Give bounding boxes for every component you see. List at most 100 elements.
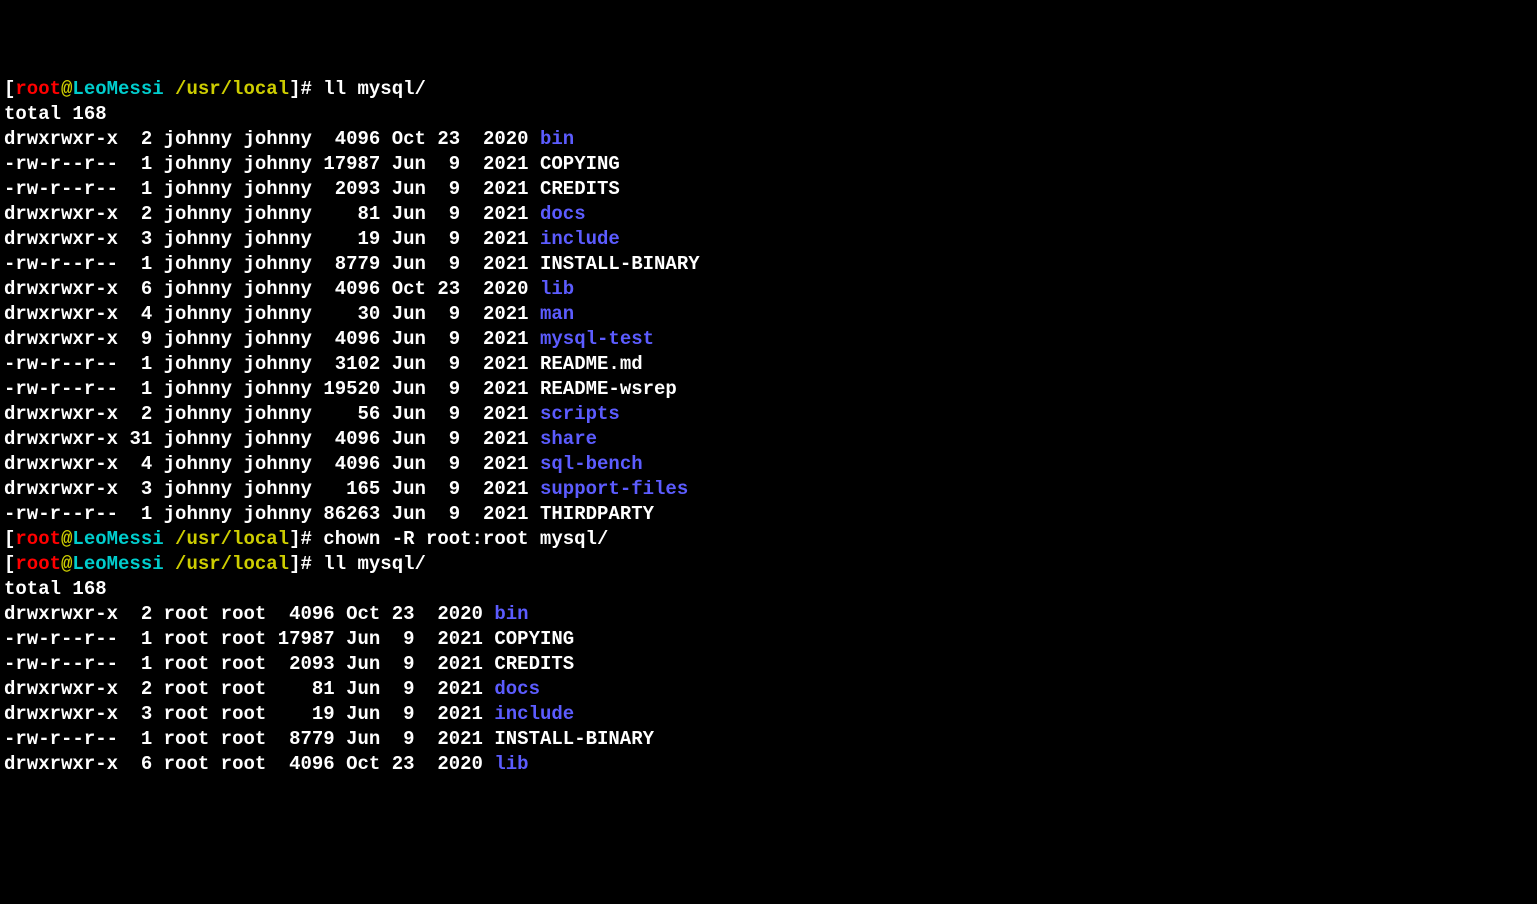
links: 1	[129, 728, 152, 750]
month: Oct	[392, 128, 426, 150]
file-name: docs	[494, 678, 540, 700]
links: 1	[129, 153, 152, 175]
file-name: bin	[540, 128, 574, 150]
perm: -rw-r--r--	[4, 253, 118, 275]
month: Jun	[392, 428, 426, 450]
perm: drwxrwxr-x	[4, 678, 118, 700]
yeartime: 2021	[472, 203, 529, 225]
yeartime: 2020	[472, 128, 529, 150]
file-name: CREDITS	[494, 653, 574, 675]
file-name: man	[540, 303, 574, 325]
yeartime: 2021	[426, 653, 483, 675]
user: johnny	[164, 303, 232, 325]
group: johnny	[243, 428, 311, 450]
size: 2093	[323, 178, 380, 200]
links: 6	[129, 753, 152, 775]
group: root	[221, 753, 267, 775]
day: 9	[437, 153, 460, 175]
day: 9	[392, 703, 415, 725]
file-name: lib	[494, 753, 528, 775]
month: Jun	[392, 503, 426, 525]
day: 23	[392, 753, 415, 775]
perm: -rw-r--r--	[4, 503, 118, 525]
size: 30	[323, 303, 380, 325]
user: johnny	[164, 378, 232, 400]
day: 9	[437, 303, 460, 325]
group: johnny	[243, 128, 311, 150]
day: 9	[392, 728, 415, 750]
size: 165	[323, 478, 380, 500]
size: 8779	[278, 728, 335, 750]
command-text[interactable]: chown -R root:root mysql/	[323, 528, 608, 550]
size: 4096	[278, 753, 335, 775]
links: 2	[129, 603, 152, 625]
file-name: THIRDPARTY	[540, 503, 654, 525]
prompt-hash: #	[300, 528, 323, 550]
user: johnny	[164, 253, 232, 275]
file-name: lib	[540, 278, 574, 300]
group: root	[221, 603, 267, 625]
group: johnny	[243, 203, 311, 225]
user: root	[164, 703, 210, 725]
user: johnny	[164, 278, 232, 300]
links: 9	[129, 328, 152, 350]
file-name: docs	[540, 203, 586, 225]
size: 4096	[323, 453, 380, 475]
file-name: mysql-test	[540, 328, 654, 350]
size: 81	[278, 678, 335, 700]
user: johnny	[164, 228, 232, 250]
month: Jun	[392, 228, 426, 250]
user: johnny	[164, 428, 232, 450]
file-name: bin	[494, 603, 528, 625]
size: 86263	[323, 503, 380, 525]
perm: -rw-r--r--	[4, 378, 118, 400]
links: 2	[129, 128, 152, 150]
yeartime: 2021	[472, 178, 529, 200]
user: johnny	[164, 153, 232, 175]
file-name: COPYING	[540, 153, 620, 175]
size: 8779	[323, 253, 380, 275]
links: 3	[129, 228, 152, 250]
day: 9	[437, 428, 460, 450]
month: Jun	[392, 178, 426, 200]
size: 4096	[323, 128, 380, 150]
day: 9	[437, 328, 460, 350]
month: Jun	[392, 478, 426, 500]
command-text[interactable]: ll mysql/	[323, 78, 426, 100]
size: 17987	[278, 628, 335, 650]
day: 9	[392, 678, 415, 700]
prompt-path: /usr/local	[175, 528, 289, 550]
prompt-path: /usr/local	[175, 78, 289, 100]
perm: drwxrwxr-x	[4, 278, 118, 300]
prompt-close-bracket: ]	[289, 553, 300, 575]
month: Jun	[392, 153, 426, 175]
group: root	[221, 728, 267, 750]
perm: -rw-r--r--	[4, 653, 118, 675]
file-name: INSTALL-BINARY	[494, 728, 654, 750]
user: johnny	[164, 178, 232, 200]
links: 2	[129, 678, 152, 700]
day: 9	[437, 253, 460, 275]
month: Jun	[346, 703, 380, 725]
size: 3102	[323, 353, 380, 375]
prompt-host: LeoMessi	[72, 78, 163, 100]
group: johnny	[243, 353, 311, 375]
size: 2093	[278, 653, 335, 675]
file-name: INSTALL-BINARY	[540, 253, 700, 275]
yeartime: 2021	[472, 303, 529, 325]
prompt-at: @	[61, 553, 72, 575]
group: johnny	[243, 378, 311, 400]
perm: drwxrwxr-x	[4, 328, 118, 350]
size: 4096	[278, 603, 335, 625]
user: root	[164, 728, 210, 750]
yeartime: 2021	[472, 403, 529, 425]
links: 6	[129, 278, 152, 300]
links: 1	[129, 653, 152, 675]
yeartime: 2021	[426, 703, 483, 725]
links: 3	[129, 478, 152, 500]
month: Jun	[346, 728, 380, 750]
group: johnny	[243, 153, 311, 175]
command-text[interactable]: ll mysql/	[323, 553, 426, 575]
file-name: sql-bench	[540, 453, 643, 475]
perm: -rw-r--r--	[4, 628, 118, 650]
